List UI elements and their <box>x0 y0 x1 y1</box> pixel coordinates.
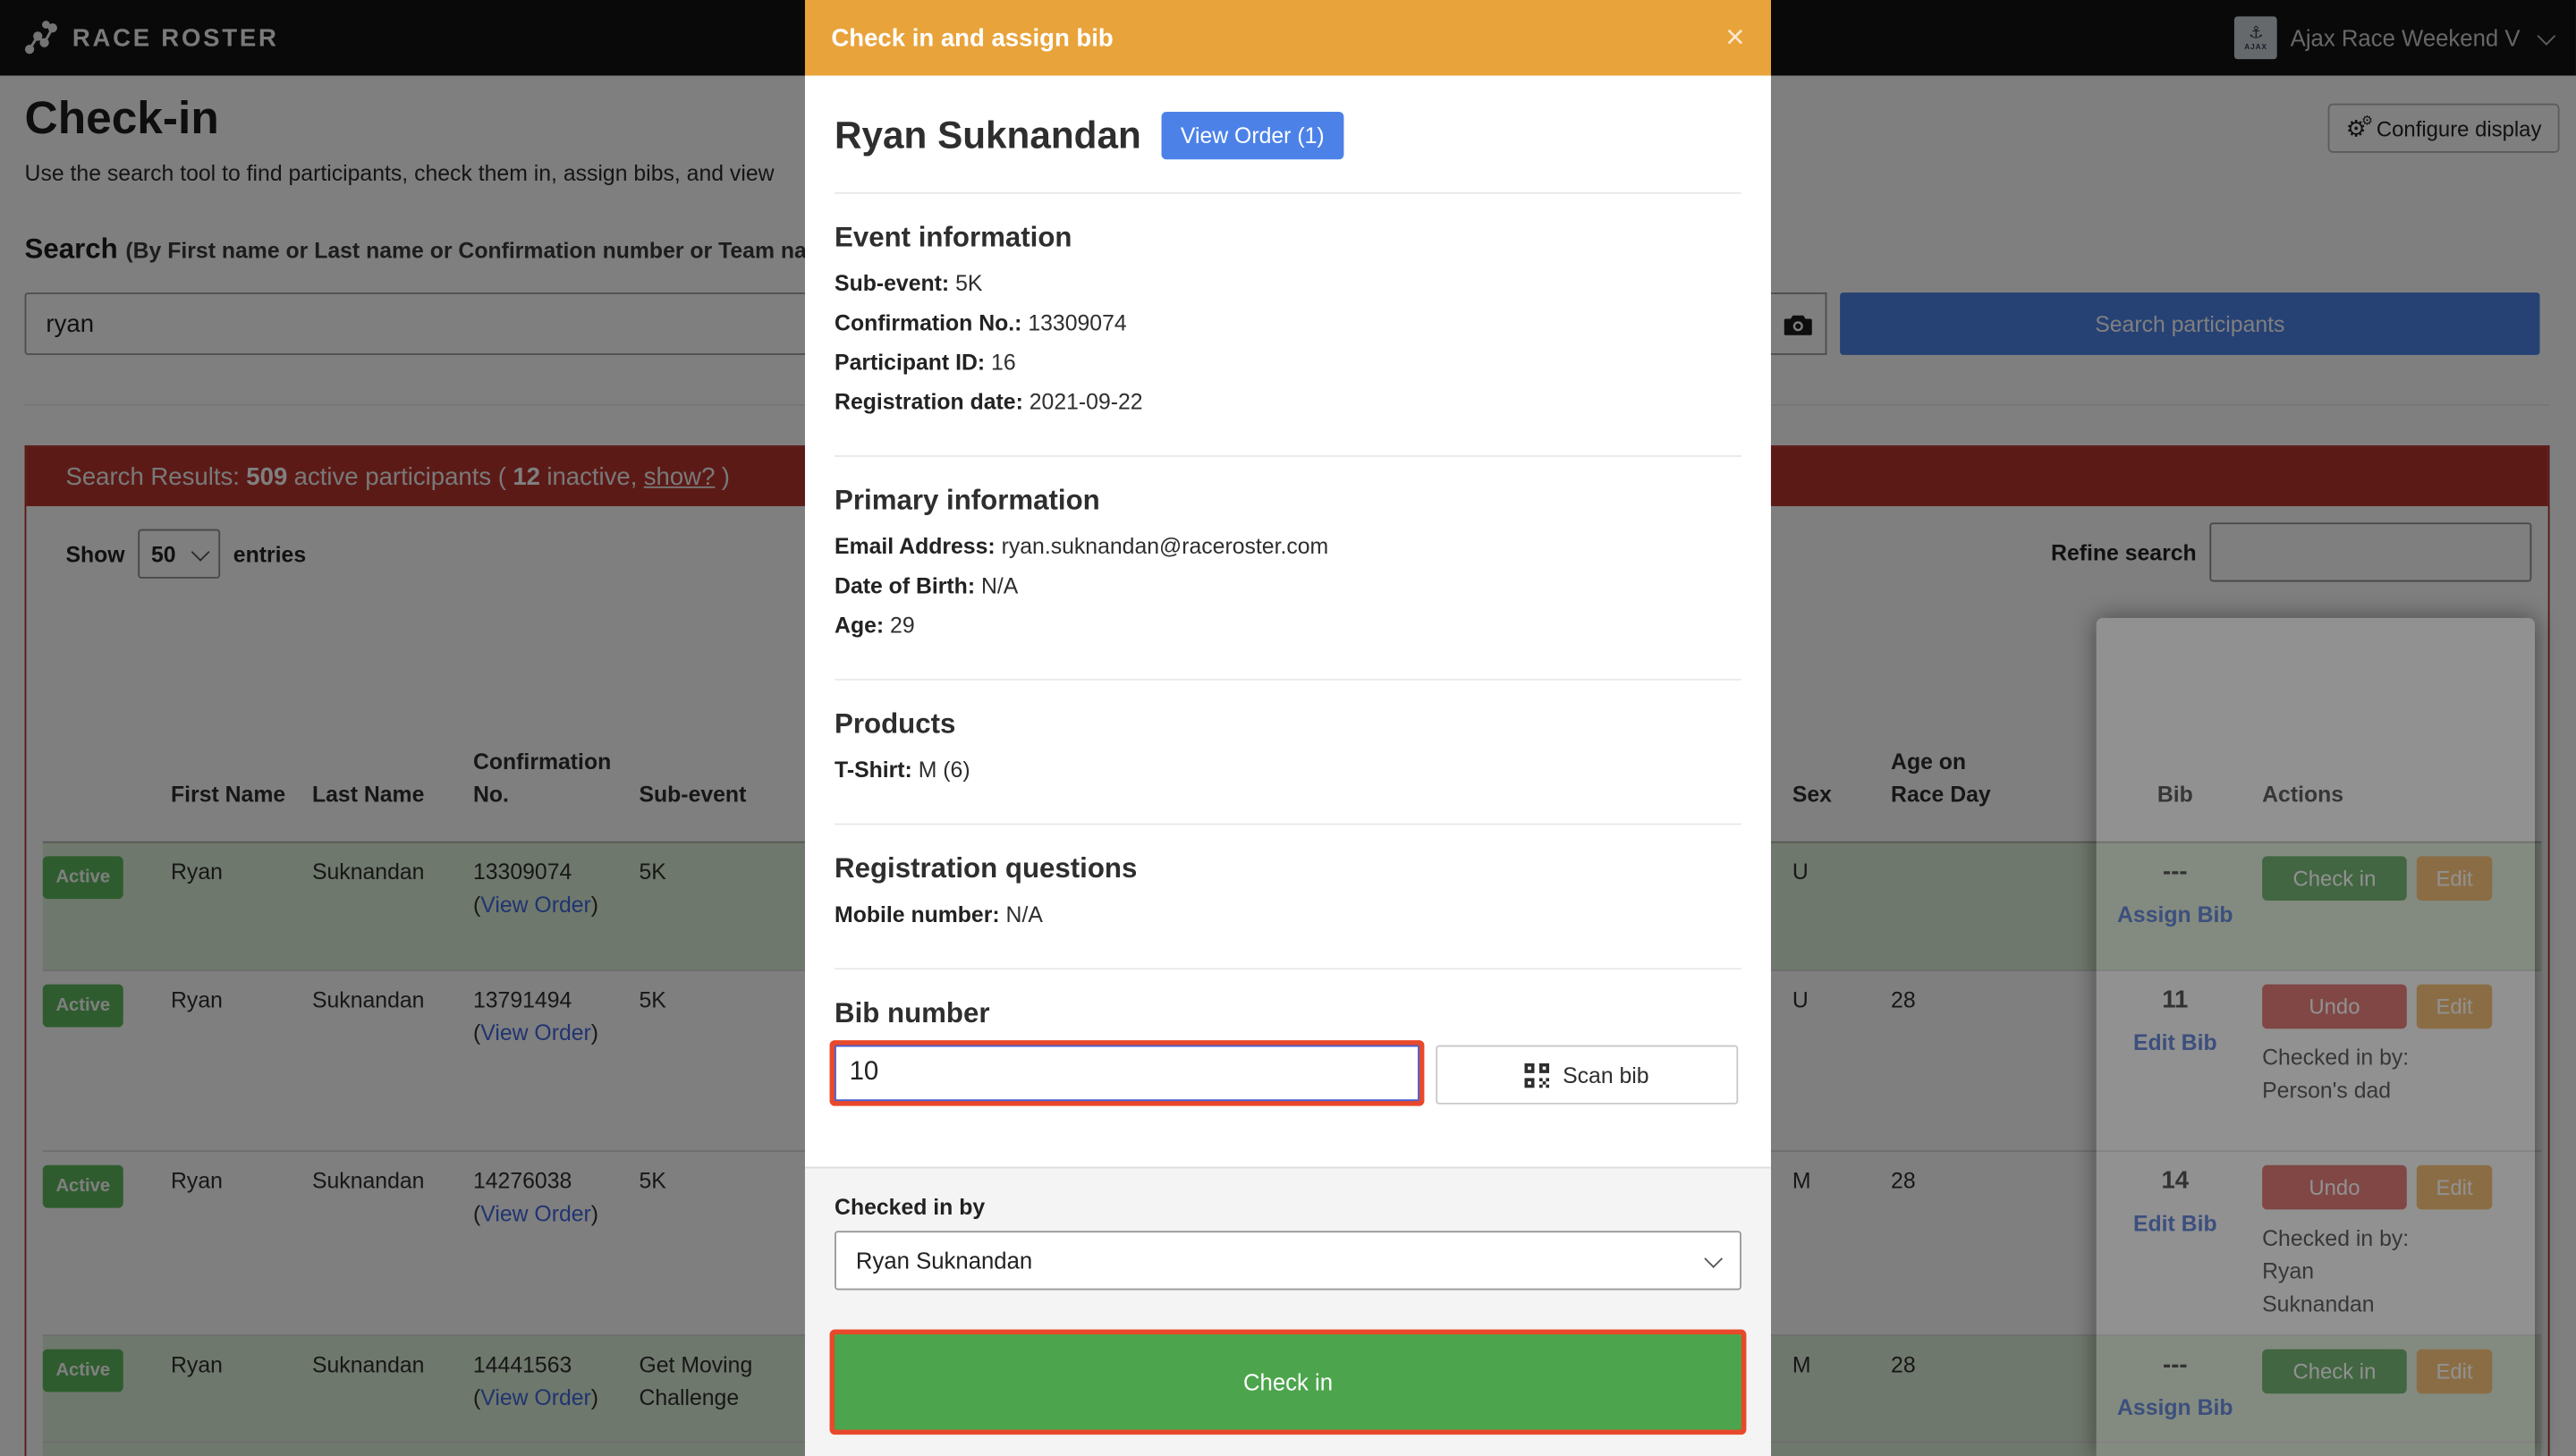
close-icon[interactable]: × <box>1725 21 1744 55</box>
modal-body: Ryan Suknandan View Order (1) Event info… <box>805 76 1771 1167</box>
divider <box>835 824 1741 825</box>
qr-code-icon <box>1525 1062 1550 1088</box>
sticky-actions-column-panel <box>2097 618 2535 1456</box>
info-line: Email Address: ryan.suknandan@raceroster… <box>835 528 1741 567</box>
info-line: Mobile number: N/A <box>835 895 1741 935</box>
app-window: RACE ROSTER ⚓ AJAX Ajax Race Weekend V C… <box>0 0 2576 1456</box>
modal-footer: Checked in by Ryan Suknandan Check in <box>805 1167 1771 1456</box>
section-heading: Products <box>835 708 1741 741</box>
modal-header: Check in and assign bib × <box>805 0 1771 76</box>
divider <box>835 679 1741 681</box>
info-line: Sub-event: 5K <box>835 265 1741 304</box>
view-order-button[interactable]: View Order (1) <box>1161 112 1344 159</box>
check-in-submit-button[interactable]: Check in <box>835 1334 1741 1430</box>
divider <box>835 192 1741 194</box>
checked-in-by-select[interactable]: Ryan Suknandan <box>835 1231 1741 1290</box>
divider <box>835 455 1741 457</box>
check-in-modal: Check in and assign bib × Ryan Suknandan… <box>805 0 1771 1456</box>
chevron-down-icon <box>1704 1249 1723 1267</box>
info-line: T-Shirt: M (6) <box>835 751 1741 791</box>
section-heading: Registration questions <box>835 853 1741 886</box>
info-line: Registration date: 2021-09-22 <box>835 383 1741 422</box>
info-line: Date of Birth: N/A <box>835 567 1741 606</box>
divider <box>835 968 1741 969</box>
checked-in-by-label: Checked in by <box>835 1195 1741 1220</box>
section-heading: Bib number <box>835 997 1741 1030</box>
modal-title: Check in and assign bib <box>831 24 1113 52</box>
info-line: Participant ID: 16 <box>835 343 1741 383</box>
bib-number-input[interactable] <box>835 1045 1419 1101</box>
info-line: Age: 29 <box>835 606 1741 646</box>
info-line: Confirmation No.: 13309074 <box>835 304 1741 343</box>
scan-bib-button[interactable]: Scan bib <box>1436 1045 1738 1105</box>
section-heading: Event information <box>835 222 1741 255</box>
section-heading: Primary information <box>835 485 1741 518</box>
participant-name: Ryan Suknandan <box>835 114 1141 158</box>
